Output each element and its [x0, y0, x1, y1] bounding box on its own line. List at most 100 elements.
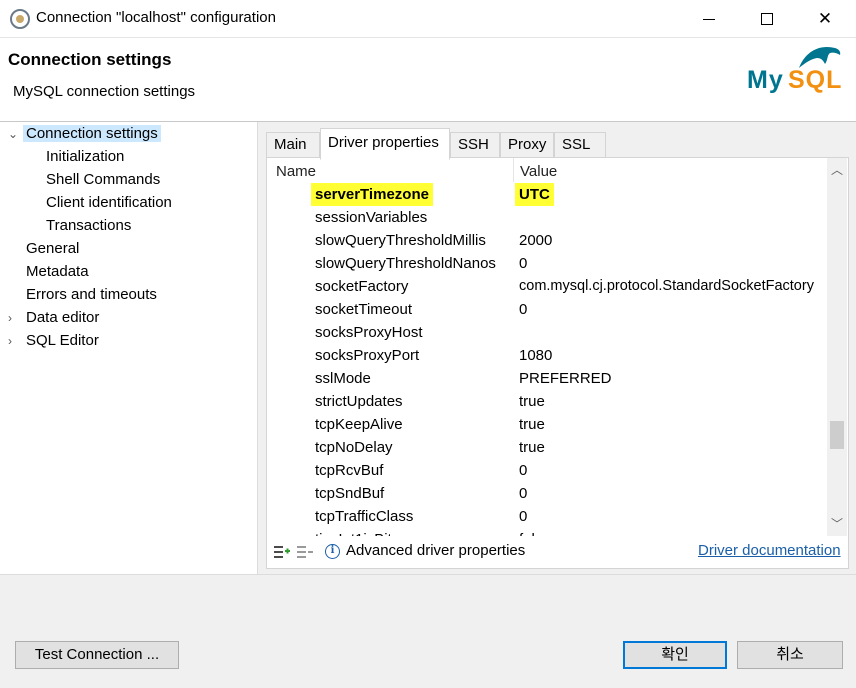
table-row[interactable]: sslMode PREFERRED	[267, 367, 827, 390]
cancel-button[interactable]: 취소	[737, 641, 843, 669]
maximize-button[interactable]	[738, 0, 796, 38]
property-value[interactable]: 0	[519, 505, 527, 528]
table-row[interactable]: serverTimezone UTC	[267, 183, 827, 206]
nav-client-identification[interactable]: Client identification	[46, 192, 172, 214]
nav-label: General	[26, 240, 80, 257]
table-row[interactable]: strictUpdates true	[267, 390, 827, 413]
column-header-value[interactable]: Value	[520, 161, 557, 183]
property-value[interactable]: true	[519, 436, 545, 459]
nav-label: SQL Editor	[26, 332, 99, 349]
scrollbar-thumb[interactable]	[830, 421, 844, 449]
tab-driver-properties[interactable]: Driver properties	[320, 128, 450, 160]
tab-proxy[interactable]: Proxy	[500, 132, 554, 158]
nav-transactions[interactable]: Transactions	[46, 215, 131, 237]
nav-label: Errors and timeouts	[26, 286, 157, 303]
nav-errors-and-timeouts[interactable]: Errors and timeouts	[26, 284, 157, 306]
property-name: strictUpdates	[315, 393, 403, 410]
property-value[interactable]: 0	[519, 482, 527, 505]
tab-ssh[interactable]: SSH	[450, 132, 500, 158]
close-button[interactable]: ✕	[796, 0, 854, 38]
nav-general[interactable]: General	[26, 238, 79, 260]
property-name: tcpRcvBuf	[315, 462, 384, 479]
table-row[interactable]: tcpTrafficClass 0	[267, 505, 827, 528]
nav-label: Initialization	[46, 148, 125, 165]
table-row[interactable]: tcpSndBuf 0	[267, 482, 827, 505]
tab-label: SSH	[458, 136, 489, 153]
nav-shell-commands[interactable]: Shell Commands	[46, 169, 160, 191]
property-value[interactable]: 0	[519, 459, 527, 482]
property-value[interactable]: 1080	[519, 344, 552, 367]
property-name: tcpKeepAlive	[315, 416, 403, 433]
tab-label: Driver properties	[328, 134, 439, 151]
table-row[interactable]: socksProxyHost	[267, 321, 827, 344]
tab-label: SSL	[562, 136, 591, 153]
table-row[interactable]: socksProxyPort 1080	[267, 344, 827, 367]
scroll-down-arrow-icon[interactable]: ﹀	[827, 514, 847, 534]
logo-text-my: My	[747, 66, 784, 94]
driver-properties-panel: Name Value serverTimezone UTC sessionVari…	[266, 157, 849, 569]
tab-main[interactable]: Main	[266, 132, 320, 158]
table-row[interactable]: slowQueryThresholdMillis 2000	[267, 229, 827, 252]
minimize-icon	[703, 18, 715, 20]
property-name: socketTimeout	[315, 301, 412, 318]
chevron-down-icon[interactable]: ⌄	[8, 123, 18, 145]
ok-button[interactable]: 확인	[623, 641, 727, 669]
table-row[interactable]: socketTimeout 0	[267, 298, 827, 321]
test-connection-button[interactable]: Test Connection ...	[15, 641, 179, 669]
property-value[interactable]: PREFERRED	[519, 367, 612, 390]
nav-label: Connection settings	[23, 125, 161, 142]
property-value[interactable]: 0	[519, 298, 527, 321]
table-row[interactable]: tcpNoDelay true	[267, 436, 827, 459]
property-value[interactable]: 2000	[519, 229, 552, 252]
content-area: Main Driver properties SSH Proxy SSL Nam…	[258, 122, 856, 574]
dialog-footer: Test Connection ... 확인 취소	[0, 574, 856, 688]
page-title: Connection settings	[8, 50, 172, 69]
property-value[interactable]: com.mysql.cj.protocol.StandardSocketFact…	[519, 275, 814, 298]
property-name: socketFactory	[315, 278, 409, 295]
minimize-button[interactable]	[680, 0, 738, 38]
tab-label: Main	[274, 136, 307, 153]
table-row[interactable]: slowQueryThresholdNanos 0	[267, 252, 827, 275]
chevron-right-icon[interactable]: ›	[8, 330, 18, 352]
nav-connection-settings[interactable]: Connection settings	[23, 123, 161, 145]
nav-data-editor[interactable]: Data editor	[26, 307, 99, 329]
nav-label: Metadata	[26, 263, 89, 280]
column-header-name[interactable]: Name	[276, 161, 316, 183]
properties-table[interactable]: Name Value serverTimezone UTC sessionVari…	[267, 158, 827, 536]
table-row[interactable]: socketFactory com.mysql.cj.protocol.Stand…	[267, 275, 827, 298]
property-value[interactable]: true	[519, 413, 545, 436]
nav-label: Shell Commands	[46, 171, 161, 188]
maximize-icon	[761, 13, 773, 25]
mysql-logo: My SQL	[745, 42, 845, 102]
dialog-header: Connection settings MySQL connection set…	[0, 38, 856, 122]
property-value[interactable]: false	[519, 528, 551, 536]
property-name: tinyInt1isBit	[315, 528, 392, 536]
settings-navigation-tree: Connection settings ⌄ Initialization She…	[0, 122, 258, 574]
property-name: tcpSndBuf	[315, 485, 385, 502]
property-name: tcpTrafficClass	[315, 508, 414, 525]
nav-sql-editor[interactable]: SQL Editor	[26, 330, 99, 352]
table-row[interactable]: tcpKeepAlive true	[267, 413, 827, 436]
scroll-up-arrow-icon[interactable]: ︿	[827, 160, 847, 180]
vertical-scrollbar[interactable]: ︿ ﹀	[827, 158, 847, 536]
nav-metadata[interactable]: Metadata	[26, 261, 89, 283]
property-name: slowQueryThresholdMillis	[315, 232, 486, 249]
page-subtitle: MySQL connection settings	[13, 83, 196, 100]
nav-initialization[interactable]: Initialization	[46, 146, 124, 168]
table-row[interactable]: tcpRcvBuf 0	[267, 459, 827, 482]
dbeaver-app-icon	[10, 9, 30, 29]
column-divider[interactable]	[513, 158, 514, 182]
property-name: slowQueryThresholdNanos	[315, 255, 496, 272]
property-name: serverTimezone	[311, 183, 433, 206]
property-value[interactable]: UTC	[515, 183, 554, 206]
property-value[interactable]: true	[519, 390, 545, 413]
driver-documentation-link[interactable]: Driver documentation	[698, 542, 841, 559]
chevron-right-icon[interactable]: ›	[8, 307, 18, 329]
table-row[interactable]: tinyInt1isBit false	[267, 528, 827, 536]
table-row[interactable]: sessionVariables	[267, 206, 827, 229]
property-value[interactable]: 0	[519, 252, 527, 275]
property-name: socksProxyHost	[315, 324, 423, 341]
remove-property-icon[interactable]	[297, 544, 313, 560]
tab-ssl[interactable]: SSL	[554, 132, 606, 158]
add-property-icon[interactable]	[274, 544, 290, 560]
